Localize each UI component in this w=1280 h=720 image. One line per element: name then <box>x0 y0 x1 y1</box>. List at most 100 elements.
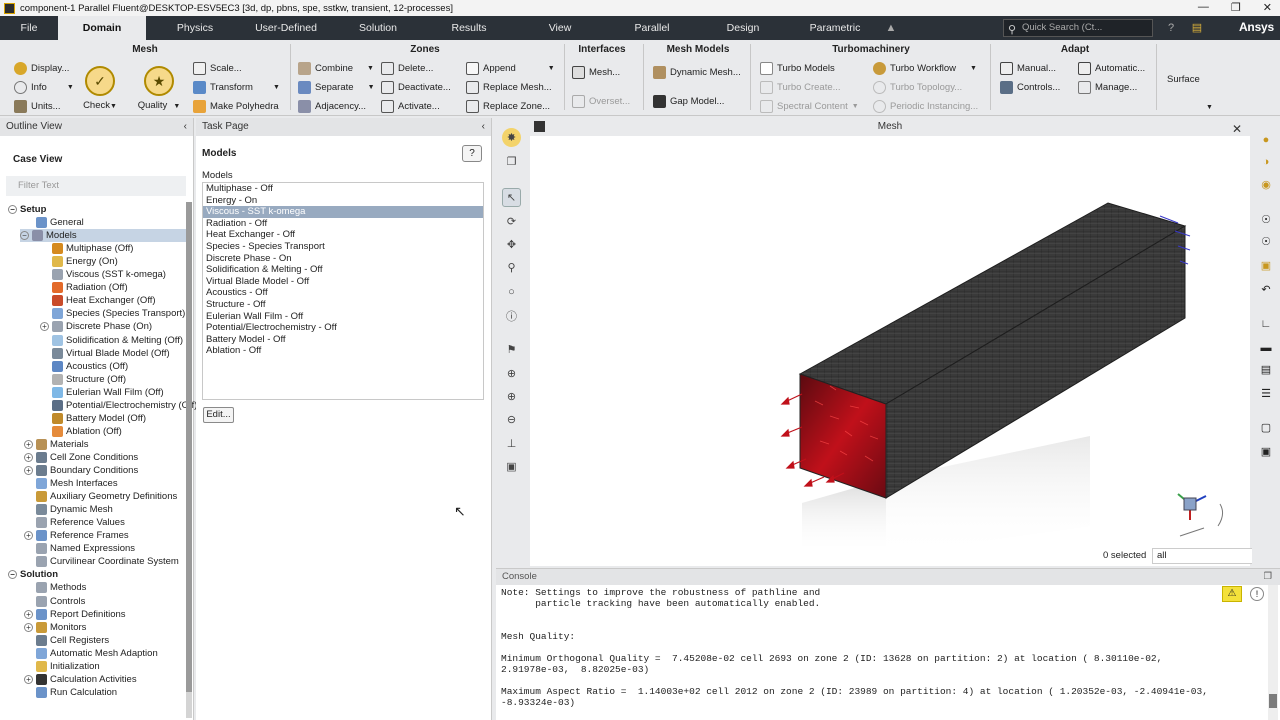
collapse-left-icon[interactable]: ‹ <box>482 118 485 136</box>
adapt-automatic-button[interactable]: Automatic... <box>1078 62 1145 75</box>
tree-item[interactable]: + Calculation Activities <box>24 673 137 686</box>
undo-icon[interactable]: ↶ <box>1256 280 1276 299</box>
periodic-instancing-button[interactable]: Periodic Instancing... <box>873 100 978 113</box>
tree-item[interactable]: Heat Exchanger (Off) <box>40 294 156 307</box>
list-item[interactable]: Ablation - Off <box>203 345 483 357</box>
list-item[interactable]: Solidification & Melting - Off <box>203 264 483 276</box>
interfaces-mesh-button[interactable]: Mesh... <box>572 66 620 79</box>
activate-button[interactable]: Activate... <box>381 100 440 113</box>
expand-icon[interactable]: + <box>24 531 33 541</box>
tree-item[interactable]: Viscous (SST k-omega) <box>40 268 166 281</box>
adapt-controls-button[interactable]: Controls... <box>1000 81 1060 94</box>
lighting-icon[interactable]: ● <box>1256 130 1276 149</box>
tree-item[interactable]: Ablation (Off) <box>40 425 122 438</box>
tree-item[interactable]: + Monitors <box>24 621 86 634</box>
menu-file[interactable]: File <box>0 16 58 40</box>
folder-icon[interactable]: ▣ <box>1256 256 1276 275</box>
tree-item[interactable]: Solidification & Melting (Off) <box>40 334 183 347</box>
help-icon[interactable]: ? <box>1164 21 1178 35</box>
menu-view[interactable]: View <box>524 16 596 40</box>
replace-zone-button[interactable]: Replace Zone... <box>466 100 550 113</box>
zoom-icon[interactable]: ⚲ <box>502 258 521 277</box>
selection-filter-dropdown[interactable]: all▼ <box>1152 548 1268 564</box>
menu-physics[interactable]: Physics <box>158 16 232 40</box>
menu-user-defined[interactable]: User-Defined <box>242 16 330 40</box>
list-item[interactable]: Discrete Phase - On <box>203 253 483 265</box>
screenshot-icon[interactable]: ▣ <box>1256 442 1276 461</box>
transform-button[interactable]: Transform ▼ <box>193 81 280 94</box>
zoom-in-icon[interactable]: ⊕ <box>502 387 521 406</box>
expand-icon[interactable]: + <box>24 622 33 632</box>
list-item[interactable]: Species - Species Transport <box>203 241 483 253</box>
append-button[interactable]: Append ▼ <box>466 62 555 75</box>
turbo-create-button[interactable]: Turbo Create... <box>760 81 841 94</box>
notes-icon[interactable]: ▤ <box>1190 21 1204 35</box>
tree-item[interactable]: + Discrete Phase (On) <box>40 320 152 333</box>
menu-domain[interactable]: Domain <box>58 16 146 40</box>
mesh-viewport[interactable] <box>530 136 1250 546</box>
flag-icon[interactable]: ⚑ <box>502 340 521 359</box>
tree-item[interactable]: + Reference Frames <box>24 529 129 542</box>
tree-item[interactable]: Species (Species Transport) <box>40 307 185 320</box>
scale-button[interactable]: Scale... <box>193 62 242 75</box>
menu-results[interactable]: Results <box>430 16 508 40</box>
expand-icon[interactable]: + <box>24 439 33 449</box>
units-button[interactable]: Units... <box>14 100 61 113</box>
tree-item[interactable]: Potential/Electrochemistry (Off) <box>40 399 197 412</box>
collapse-left-icon[interactable]: ‹ <box>184 118 187 136</box>
console-output[interactable]: Note: Settings to improve the robustness… <box>501 587 1253 708</box>
tree-item[interactable]: Automatic Mesh Adaption <box>24 647 158 660</box>
deactivate-button[interactable]: Deactivate... <box>381 81 451 94</box>
report-icon[interactable]: ▤ <box>1256 360 1276 379</box>
tree-item[interactable]: Cell Registers <box>24 634 109 647</box>
material-icon[interactable]: ◑ <box>1256 152 1276 171</box>
list-item[interactable]: Multiphase - Off <box>203 183 483 195</box>
tree-item[interactable]: Curvilinear Coordinate System <box>24 555 179 568</box>
turbo-topology-button[interactable]: Turbo Topology... <box>873 81 962 94</box>
tree-item[interactable]: Named Expressions <box>24 542 135 555</box>
info-icon[interactable]: ! <box>1250 587 1264 601</box>
spectral-content-button[interactable]: Spectral Content ▼ <box>760 100 859 113</box>
tree-item[interactable]: Reference Values <box>24 516 125 529</box>
graphics-window[interactable]: Mesh ✕ 0 selected all <box>530 118 1268 566</box>
expand-icon[interactable]: + <box>24 452 33 462</box>
tree-item[interactable]: + Cell Zone Conditions <box>24 451 138 464</box>
display-button[interactable]: Display... <box>14 62 69 75</box>
probe-icon[interactable]: ⓘ <box>502 306 521 325</box>
plot-icon[interactable]: ∟ <box>1256 314 1276 333</box>
tree-item[interactable]: Auxiliary Geometry Definitions <box>24 490 177 503</box>
tree-item[interactable]: Controls <box>24 595 85 608</box>
view-icon[interactable]: ☉ <box>1256 210 1276 229</box>
tree-item[interactable]: Run Calculation <box>24 686 117 699</box>
list-icon[interactable]: ☰ <box>1256 384 1276 403</box>
expand-icon[interactable]: + <box>24 466 33 475</box>
make-polyhedra-button[interactable]: Make Polyhedra <box>193 100 279 113</box>
turbo-models-checkbox[interactable]: Turbo Models <box>760 62 835 75</box>
tree-item[interactable]: Virtual Blade Model (Off) <box>40 347 170 360</box>
tree-item[interactable]: + Materials <box>24 438 89 451</box>
tree-item[interactable]: Battery Model (Off) <box>40 412 146 425</box>
check-button[interactable]: ✓ Check▼ <box>82 66 118 111</box>
tree-item[interactable]: − Setup <box>8 203 46 216</box>
turbo-workflow-button[interactable]: Turbo Workflow ▼ <box>873 62 977 75</box>
expand-icon[interactable]: + <box>24 609 33 619</box>
colormap-icon[interactable]: ▬ <box>1256 338 1276 357</box>
delete-button[interactable]: Delete... <box>381 62 433 75</box>
ribbon-collapse-icon[interactable]: ▲ <box>884 21 898 35</box>
quality-button[interactable]: ★ Quality ▼ <box>136 66 182 111</box>
list-item[interactable]: Radiation - Off <box>203 218 483 230</box>
combine-button[interactable]: Combine ▼ <box>298 62 374 75</box>
zoom-out-icon[interactable]: ⊖ <box>502 410 521 429</box>
camera-icon[interactable]: ▣ <box>502 457 521 476</box>
collapse-icon[interactable]: − <box>8 205 17 214</box>
tree-item[interactable]: Eulerian Wall Film (Off) <box>40 386 164 399</box>
tree-item[interactable]: − Models <box>20 229 188 243</box>
copy-view-icon[interactable]: ❐ <box>502 152 521 171</box>
expand-icon[interactable]: + <box>24 674 33 684</box>
list-item[interactable]: Energy - On <box>203 195 483 207</box>
warning-icon[interactable]: ⚠ <box>1222 586 1242 602</box>
menu-parallel[interactable]: Parallel <box>614 16 690 40</box>
tree-item[interactable]: Multiphase (Off) <box>40 242 133 255</box>
tree-item[interactable]: Energy (On) <box>40 255 118 268</box>
tree-item[interactable]: Initialization <box>24 660 100 673</box>
